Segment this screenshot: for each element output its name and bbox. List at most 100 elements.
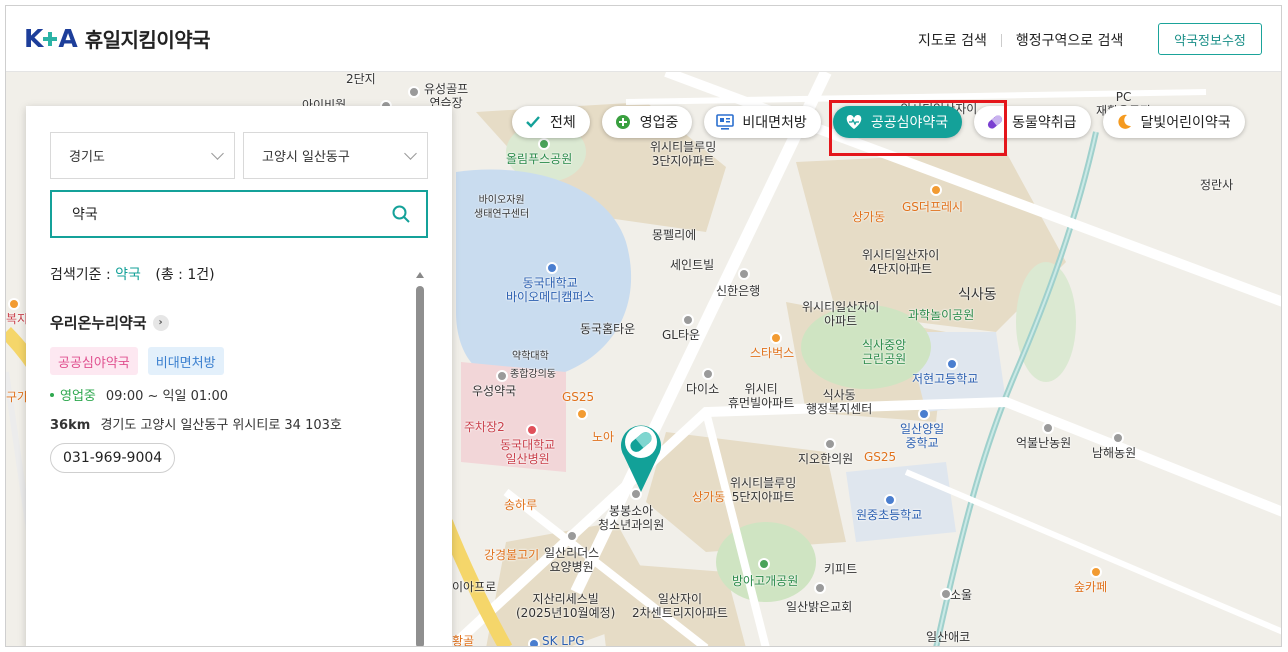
search-panel: 경기도 고양시 일산동구 검색기준 : 약국 (총 : 1건) 우리온누리약국 …: [26, 106, 452, 646]
poi-dot[interactable]: [770, 332, 782, 344]
filter-moonlight-children-label: 달빛어린이약국: [1140, 115, 1231, 131]
pharmacy-name[interactable]: 우리온누리약국: [50, 312, 147, 333]
poi-dot[interactable]: [940, 588, 952, 600]
map-label: 2단지: [346, 72, 376, 86]
search-input[interactable]: [52, 206, 372, 222]
poi-dot[interactable]: [738, 268, 750, 280]
main-nav: 지도로 검색 행정구역으로 검색: [918, 30, 1123, 50]
province-value: 경기도: [69, 150, 105, 165]
search-icon[interactable]: [392, 205, 410, 223]
status-badge: 영업중: [60, 389, 96, 404]
map-label: 봉봉소아 청소년과의원: [598, 504, 665, 532]
edit-pharmacy-info-button[interactable]: 약국정보수정: [1158, 23, 1262, 55]
pharmacy-address: 36km 경기도 고양시 일산동구 위시티로 34 103호: [50, 414, 410, 433]
filter-telemedicine[interactable]: 비대면처방: [704, 106, 821, 138]
poi-dot[interactable]: [702, 368, 714, 380]
map-label: 과학놀이공원: [908, 308, 975, 322]
logo[interactable]: KA 휴일지킴이약국: [24, 24, 211, 53]
criteria-count: (총 : 1건): [155, 267, 215, 283]
map-label: 억불난농원: [1016, 436, 1072, 450]
filter-veterinary-label: 동물약취급: [1012, 115, 1077, 131]
map-label: 정란사: [1200, 178, 1234, 192]
search-box: [50, 190, 428, 238]
map-label: 위시티 휴먼빌아파트: [728, 382, 795, 410]
map-label: 올림푸스공원: [506, 152, 573, 166]
map-label: 세인트빌: [670, 258, 715, 272]
poi-dot[interactable]: [918, 408, 930, 420]
map-label: 소울: [950, 588, 973, 602]
nav-map-search[interactable]: 지도로 검색: [918, 30, 987, 50]
header: KA 휴일지킴이약국 지도로 검색 행정구역으로 검색 약국정보수정: [6, 6, 1281, 72]
scroll-thumb[interactable]: [416, 286, 424, 646]
status-dot-icon: [50, 392, 54, 397]
poi-dot[interactable]: [1042, 422, 1054, 434]
kpa-logo-icon: KA: [24, 24, 78, 53]
district-select[interactable]: 고양시 일산동구: [243, 132, 428, 179]
map-label: 동국홈타운: [580, 322, 636, 336]
poi-dot[interactable]: [8, 298, 20, 310]
map-label: 바이오자원 생태연구센터: [474, 195, 530, 220]
province-select[interactable]: 경기도: [50, 132, 235, 179]
map-label: 강경불고기: [484, 548, 540, 562]
map-label: 몽펠리에: [652, 228, 697, 242]
map-label: 상가동: [692, 490, 726, 504]
results-scrollbar[interactable]: [416, 272, 424, 646]
map-label: 동국대학교 바이오메디캠퍼스: [506, 276, 595, 304]
highlight-box: [829, 100, 1007, 156]
filter-open-now[interactable]: 영업중: [601, 106, 693, 138]
filter-all[interactable]: 전체: [512, 106, 590, 138]
map-label: 남해농원: [1092, 446, 1137, 460]
map-label: 신한은행: [716, 284, 761, 298]
filter-moonlight-children[interactable]: 달빛어린이약국: [1102, 106, 1245, 138]
map-label: 방아고개공원: [732, 574, 799, 588]
scroll-up-icon[interactable]: [416, 272, 424, 278]
poi-dot[interactable]: [1112, 432, 1124, 444]
chevron-down-icon: [211, 147, 224, 160]
map-label: 송하루: [504, 498, 538, 512]
map-label: 복지: [6, 312, 29, 326]
poi-dot[interactable]: [758, 558, 770, 570]
map-label: GS25: [864, 450, 897, 464]
poi-dot[interactable]: [528, 638, 540, 646]
map-label: 저현고등학교: [912, 372, 979, 386]
map-label: 위시티블루밍 5단지아파트: [730, 476, 797, 504]
tag-public-night: 공공심야약국: [50, 347, 138, 375]
poi-dot[interactable]: [546, 262, 558, 274]
map-label: 주차장2: [464, 420, 505, 434]
nav-region-search[interactable]: 행정구역으로 검색: [1016, 30, 1124, 50]
poi-dot[interactable]: [576, 408, 588, 420]
chevron-down-icon: [404, 147, 417, 160]
map-label: 약학대학: [512, 351, 549, 362]
map-label: 우성약국: [472, 384, 517, 398]
poi-dot[interactable]: [538, 138, 550, 150]
poi-dot[interactable]: [884, 494, 896, 506]
distance: 36km: [50, 418, 91, 433]
poi-dot[interactable]: [526, 424, 538, 436]
phone-button[interactable]: 031-969-9004: [50, 443, 176, 473]
poi-dot[interactable]: [566, 530, 578, 542]
poi-dot[interactable]: [408, 86, 420, 98]
poi-dot[interactable]: [682, 314, 694, 326]
poi-dot[interactable]: [824, 438, 836, 450]
poi-dot[interactable]: [1090, 566, 1102, 578]
map-label: 식사동 행정복지센터: [806, 388, 873, 416]
map-label: 일산양일 중학교: [900, 422, 945, 450]
poi-dot[interactable]: [496, 370, 508, 382]
poi-dot[interactable]: [930, 184, 942, 196]
chevron-right-icon[interactable]: ›: [152, 314, 169, 331]
map-label: 지산리세스빌 (2025년10월예정): [516, 592, 616, 620]
site-title: 휴일지킴이약국: [84, 28, 211, 52]
list-item[interactable]: 우리온누리약국 › 공공심야약국 비대면처방 영업중 09:00 ~ 익일 01…: [50, 312, 410, 473]
map-label: 스타벅스: [750, 346, 795, 360]
map-label: 위시티블루밍 3단지아파트: [650, 140, 717, 168]
map-label: 일산리더스 요양병원: [544, 546, 600, 574]
map-label: 일산자이 2차센트리지아파트: [632, 592, 728, 620]
map-label: 동국대학교 일산병원: [500, 438, 556, 466]
map-label: 일산애코: [926, 630, 971, 644]
address-text: 경기도 고양시 일산동구 위시티로 34 103호: [100, 418, 342, 433]
map-label: GS더프레시: [902, 200, 964, 214]
poi-dot[interactable]: [946, 358, 958, 370]
map-label: GS25: [562, 390, 595, 404]
poi-dot[interactable]: [814, 582, 826, 594]
map-label: 종합강의동: [510, 369, 556, 380]
